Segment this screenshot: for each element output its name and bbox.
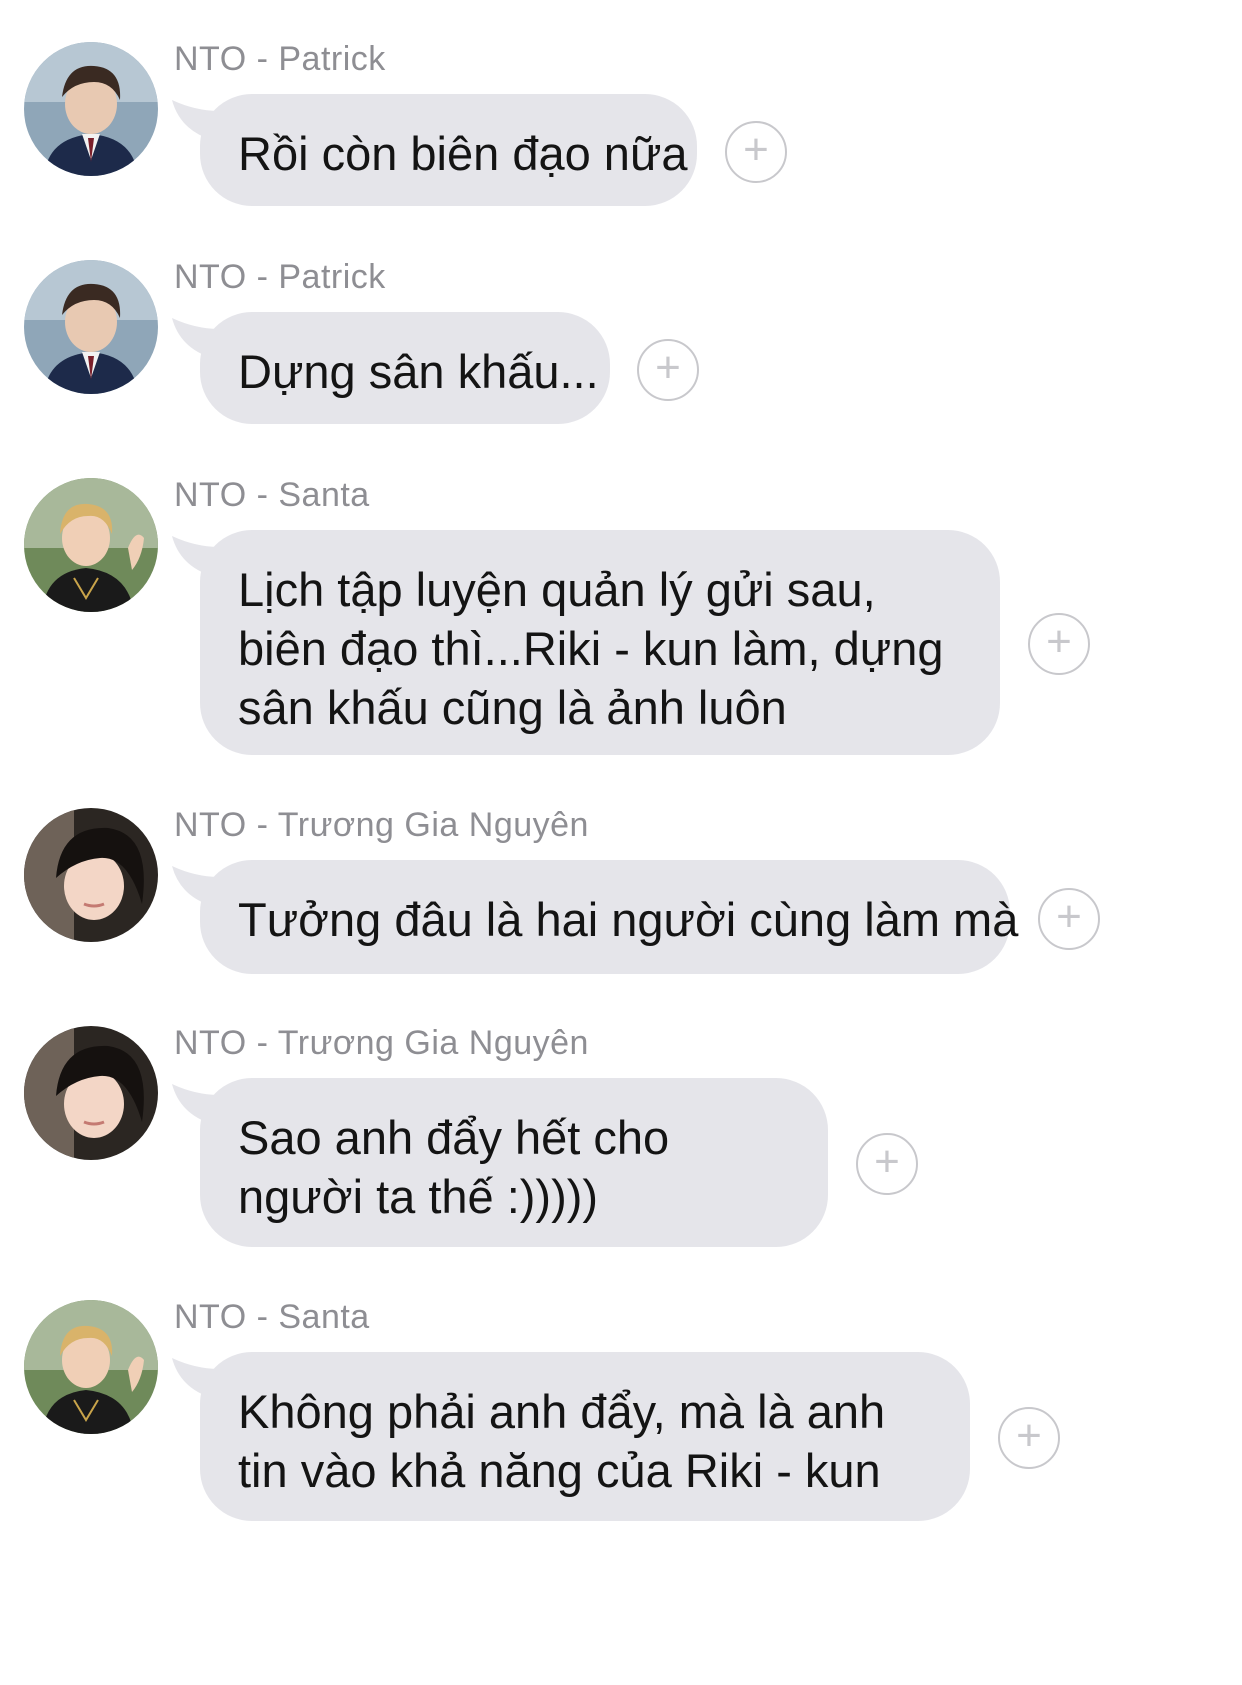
sender-name: NTO - Santa <box>174 476 370 514</box>
add-reaction-button[interactable]: + <box>725 121 787 183</box>
sender-name: NTO - Trương Gia Nguyên <box>174 1024 589 1062</box>
add-reaction-button[interactable]: + <box>637 339 699 401</box>
sender-name: NTO - Patrick <box>174 258 386 296</box>
add-reaction-button[interactable]: + <box>856 1133 918 1195</box>
plus-circle-icon: + <box>1016 1411 1042 1460</box>
add-reaction-button[interactable]: + <box>1028 613 1090 675</box>
plus-circle-icon: + <box>1056 892 1082 941</box>
message-bubble[interactable]: Dựng sân khấu... <box>200 312 610 424</box>
plus-circle-icon: + <box>655 343 681 392</box>
sender-name: NTO - Patrick <box>174 40 386 78</box>
message-bubble[interactable]: Lịch tập luyện quản lý gửi sau, biên đạo… <box>200 530 1000 755</box>
add-reaction-button[interactable]: + <box>1038 888 1100 950</box>
message-bubble[interactable]: Tưởng đâu là hai người cùng làm mà <box>200 860 1018 974</box>
message-bubble[interactable]: Sao anh đẩy hết cho người ta thế :))))) <box>200 1078 828 1247</box>
message-bubble[interactable]: Rồi còn biên đạo nữa <box>200 94 697 206</box>
plus-circle-icon: + <box>874 1137 900 1186</box>
add-reaction-button[interactable]: + <box>998 1407 1060 1469</box>
santa-avatar[interactable] <box>24 478 158 612</box>
sender-name: NTO - Trương Gia Nguyên <box>174 806 589 844</box>
message-bubble[interactable]: Không phải anh đẩy, mà là anh tin vào kh… <box>200 1352 970 1521</box>
plus-circle-icon: + <box>743 125 769 174</box>
nguyen-avatar[interactable] <box>24 1026 158 1160</box>
patrick-avatar[interactable] <box>24 42 158 176</box>
santa-avatar[interactable] <box>24 1300 158 1434</box>
patrick-avatar[interactable] <box>24 260 158 394</box>
nguyen-avatar[interactable] <box>24 808 158 942</box>
plus-circle-icon: + <box>1046 617 1072 666</box>
sender-name: NTO - Santa <box>174 1298 370 1336</box>
